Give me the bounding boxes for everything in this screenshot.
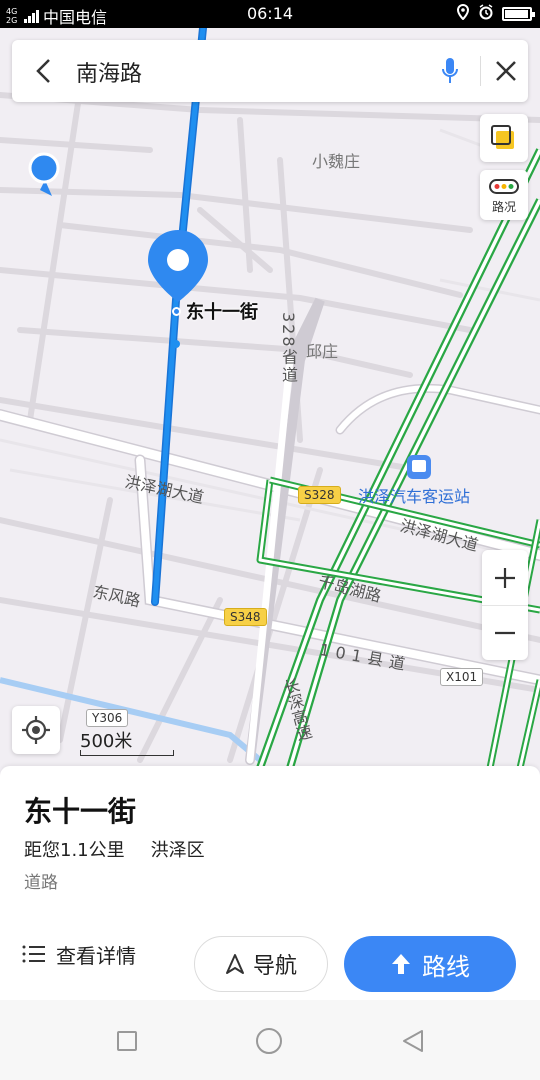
place-label-qiuzhuang: 邱庄 bbox=[306, 342, 339, 361]
poi-label-bus-station[interactable]: 洪泽汽车客运站 bbox=[358, 483, 470, 507]
alarm-icon bbox=[478, 4, 494, 24]
map-view[interactable]: 小魏庄 邱庄 洪泽湖大道 东风路 千岛湖路 101县道 洪泽湖大道 328省道 … bbox=[0, 28, 540, 768]
layers-icon bbox=[491, 125, 514, 149]
navigate-button[interactable]: 导航 bbox=[194, 936, 328, 992]
zoom-in-button[interactable] bbox=[482, 550, 528, 605]
zoom-out-button[interactable] bbox=[482, 605, 528, 660]
system-navigation-bar bbox=[0, 1000, 540, 1080]
square-icon bbox=[117, 1031, 137, 1051]
map-pin-icon bbox=[148, 230, 208, 302]
back-button[interactable] bbox=[26, 53, 62, 89]
traffic-button-label: 路况 bbox=[491, 200, 516, 214]
place-district: 洪泽区 bbox=[150, 840, 205, 861]
place-meta: 距您1.1公里 洪泽区 bbox=[24, 836, 205, 862]
selected-road-dot bbox=[172, 307, 181, 316]
status-bar: 4G 2G 中国电信 06:14 bbox=[0, 0, 540, 28]
route-label: 路线 bbox=[422, 952, 470, 981]
close-icon bbox=[496, 61, 516, 81]
map-scale-bar bbox=[80, 750, 174, 756]
plus-icon bbox=[495, 567, 515, 588]
shield-x101: X101 bbox=[440, 668, 484, 686]
route-button[interactable]: 路线 bbox=[344, 936, 516, 992]
place-distance: 距您1.1公里 bbox=[24, 840, 125, 861]
navigation-arrow-icon bbox=[225, 954, 244, 974]
place-title: 东十一街 bbox=[24, 795, 137, 828]
clear-search-button[interactable] bbox=[484, 53, 528, 89]
crosshair-icon bbox=[22, 716, 50, 744]
minus-icon bbox=[495, 631, 515, 635]
battery-icon bbox=[502, 7, 535, 21]
search-input[interactable]: 南海路 bbox=[76, 56, 142, 88]
divider bbox=[480, 56, 481, 86]
place-label-xiaoweizhuang: 小魏庄 bbox=[312, 152, 361, 171]
traffic-light-icon bbox=[489, 179, 519, 194]
microphone-icon bbox=[442, 58, 458, 83]
back-nav-button[interactable] bbox=[398, 1026, 428, 1056]
view-details-button[interactable]: 查看详情 bbox=[22, 936, 136, 972]
navigate-label: 导航 bbox=[252, 954, 297, 979]
map-canvas bbox=[0, 28, 540, 768]
traffic-button[interactable]: 路况 bbox=[480, 170, 528, 220]
place-detail-card: 东十一街 距您1.1公里 洪泽区 道路 查看详情 导航 路线 bbox=[0, 766, 540, 1000]
shield-s328: S328 bbox=[298, 486, 341, 504]
circle-icon bbox=[256, 1028, 282, 1054]
route-arrow-icon bbox=[392, 954, 410, 974]
selected-location-pin[interactable] bbox=[146, 228, 210, 304]
my-location-button[interactable] bbox=[12, 706, 60, 754]
map-layers-button[interactable] bbox=[480, 114, 528, 162]
triangle-back-icon bbox=[403, 1030, 423, 1052]
chevron-left-icon bbox=[36, 59, 50, 83]
road-label-328: 328省道 bbox=[279, 312, 298, 385]
place-type: 道路 bbox=[24, 873, 58, 893]
list-icon bbox=[22, 945, 45, 963]
recents-button[interactable] bbox=[112, 1026, 142, 1056]
shield-s348: S348 bbox=[224, 608, 267, 626]
selected-road-label: 东十一街 bbox=[186, 302, 258, 323]
shield-y306: Y306 bbox=[86, 709, 129, 727]
zoom-control bbox=[482, 550, 528, 660]
location-icon bbox=[456, 3, 470, 24]
search-bar: 南海路 bbox=[12, 40, 528, 102]
home-button[interactable] bbox=[254, 1026, 284, 1056]
view-details-label: 查看详情 bbox=[56, 943, 136, 968]
voice-search-button[interactable] bbox=[432, 54, 468, 88]
